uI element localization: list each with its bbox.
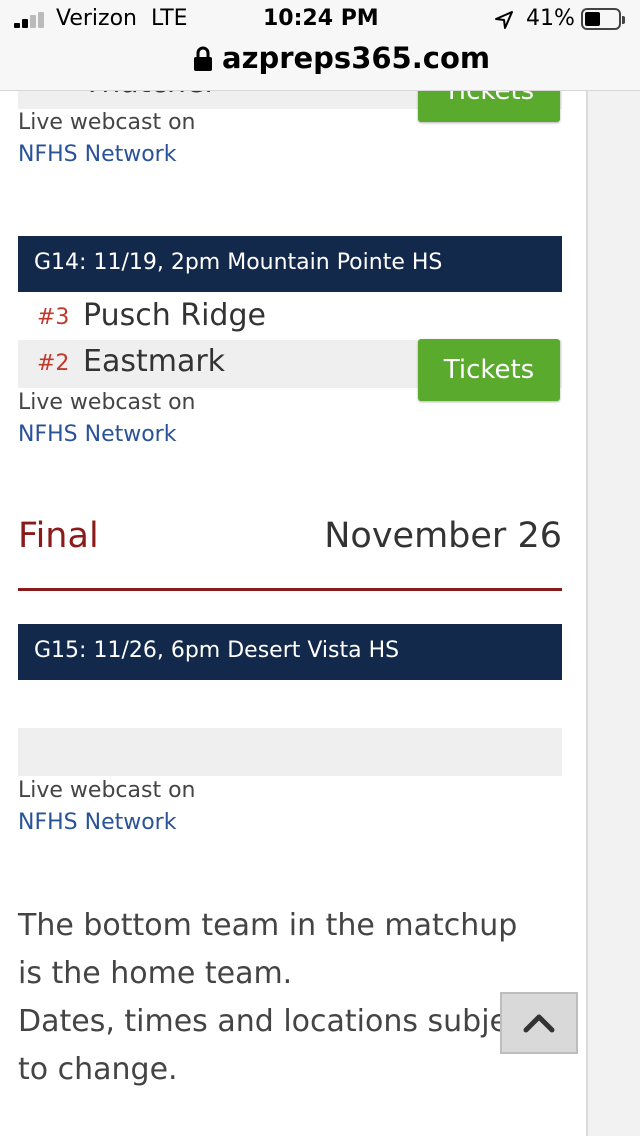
battery-percent: 41% bbox=[526, 6, 575, 31]
carrier-label: Verizon LTE bbox=[56, 6, 188, 31]
round-divider bbox=[18, 588, 562, 591]
url-text: azpreps365.com bbox=[222, 41, 491, 75]
nfhs-network-link[interactable]: NFHS Network bbox=[18, 810, 176, 835]
lock-icon bbox=[194, 46, 212, 71]
matchup-team-row bbox=[18, 728, 562, 776]
bracket-note: The bottom team in the matchup is the ho… bbox=[18, 902, 538, 1094]
team-name: Pusch Ridge bbox=[83, 298, 266, 333]
webcast-label: Live webcast on bbox=[18, 390, 196, 415]
chevron-up-icon bbox=[523, 1014, 555, 1033]
team-seed: #1 bbox=[37, 91, 69, 97]
webcast-label: Live webcast on bbox=[18, 778, 196, 803]
tickets-button[interactable]: Tickets bbox=[418, 91, 560, 122]
url-bar[interactable]: azpreps365.com bbox=[0, 41, 640, 91]
team-name: Eastmark bbox=[83, 344, 226, 379]
game-header: G14: 11/19, 2pm Mountain Pointe HS bbox=[18, 236, 562, 292]
page-content: #1 Thatcher Tickets Live webcast on NFHS… bbox=[0, 91, 588, 1136]
signal-icon bbox=[14, 12, 48, 28]
round-title: Final bbox=[18, 516, 99, 556]
nfhs-network-link[interactable]: NFHS Network bbox=[18, 422, 176, 447]
status-bar: Verizon LTE 10:24 PM 41% bbox=[0, 0, 640, 44]
matchup-team-row: #2 Eastmark Tickets bbox=[18, 339, 562, 401]
tickets-button[interactable]: Tickets bbox=[418, 339, 560, 401]
note-subject-to-change: Dates, times and locations subject to ch… bbox=[18, 1004, 537, 1087]
matchup-team-row: #1 Thatcher Tickets bbox=[18, 91, 562, 122]
note-home-team: The bottom team in the matchup is the ho… bbox=[18, 908, 518, 991]
team-seed: #3 bbox=[37, 305, 70, 330]
webcast-label: Live webcast on bbox=[18, 110, 196, 135]
team-name: Thatcher bbox=[83, 91, 217, 100]
battery-icon bbox=[581, 8, 625, 30]
scroll-to-top-button[interactable] bbox=[500, 992, 578, 1054]
clock: 10:24 PM bbox=[263, 6, 379, 31]
location-arrow-icon bbox=[495, 11, 513, 29]
matchup-team-row: #3 Pusch Ridge bbox=[18, 294, 562, 342]
round-date: November 26 bbox=[324, 516, 562, 556]
game-header: G15: 11/26, 6pm Desert Vista HS bbox=[18, 624, 562, 680]
nfhs-network-link[interactable]: NFHS Network bbox=[18, 142, 176, 167]
team-seed: #2 bbox=[37, 351, 70, 376]
